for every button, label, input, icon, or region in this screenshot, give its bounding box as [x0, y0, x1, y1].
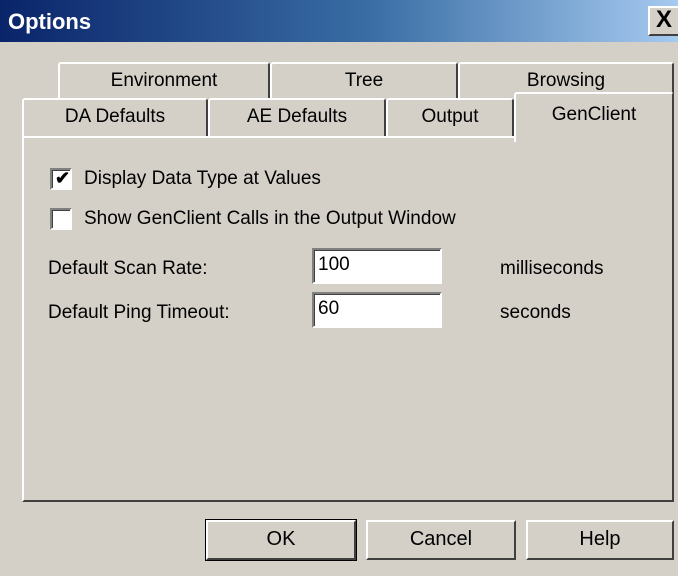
ping-timeout-input[interactable]: 60: [312, 292, 442, 328]
show-calls-label: Show GenClient Calls in the Output Windo…: [84, 208, 456, 229]
scan-rate-input[interactable]: 100: [312, 248, 442, 284]
tab-tree[interactable]: Tree: [270, 62, 458, 100]
display-data-type-label: Display Data Type at Values: [84, 168, 321, 189]
tab-label: DA Defaults: [64, 106, 166, 127]
tab-label: Output: [421, 106, 479, 127]
display-data-type-checkbox[interactable]: ✔: [50, 168, 72, 190]
check-icon: ✔: [55, 168, 71, 188]
genclient-panel: ✔ Display Data Type at Values Show GenCl…: [22, 136, 674, 502]
scan-rate-unit: milliseconds: [500, 258, 604, 279]
tab-label: GenClient: [551, 104, 637, 125]
tab-label: Environment: [110, 70, 218, 91]
tab-output[interactable]: Output: [386, 98, 514, 136]
tab-da-defaults[interactable]: DA Defaults: [22, 98, 208, 136]
cancel-button[interactable]: Cancel: [366, 520, 516, 560]
tab-ae-defaults[interactable]: AE Defaults: [208, 98, 386, 136]
close-button[interactable]: X: [648, 6, 678, 36]
window-title: Options: [8, 9, 92, 34]
help-button[interactable]: Help: [526, 520, 674, 560]
show-calls-checkbox[interactable]: [50, 208, 72, 230]
ping-timeout-unit: seconds: [500, 302, 571, 323]
tab-label: Tree: [344, 70, 384, 91]
scan-rate-label: Default Scan Rate:: [48, 258, 208, 279]
tab-genclient[interactable]: GenClient: [514, 92, 674, 142]
tab-environment[interactable]: Environment: [58, 62, 270, 100]
tab-label: AE Defaults: [246, 106, 348, 127]
ok-button[interactable]: OK: [205, 519, 357, 561]
ping-timeout-label: Default Ping Timeout:: [48, 302, 230, 323]
title-bar: Options X: [0, 0, 678, 42]
options-dialog: Options X Environment Tree Browsing DA D…: [0, 0, 678, 576]
